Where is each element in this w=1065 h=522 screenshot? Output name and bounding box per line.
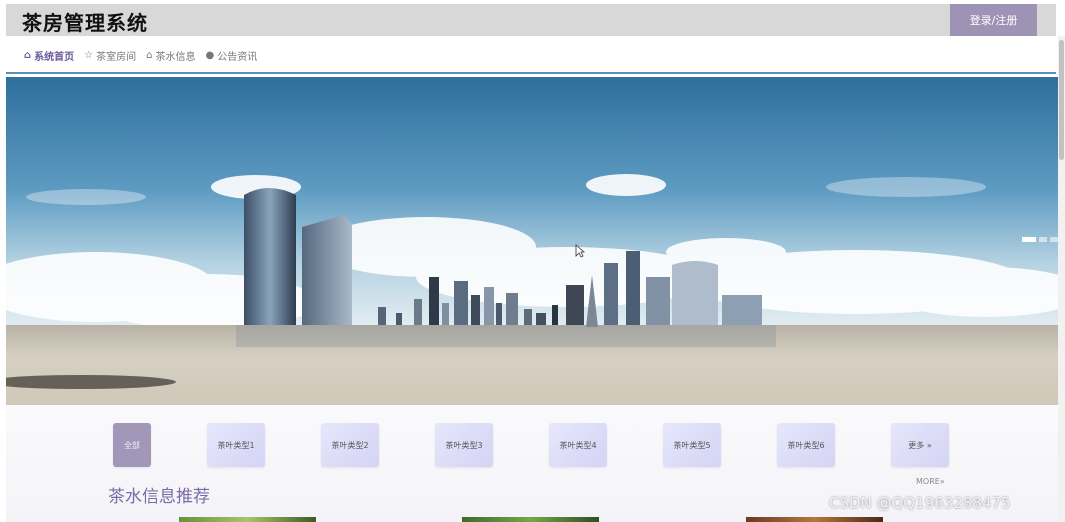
category-tea-type-2[interactable]: 茶叶类型2 (321, 423, 379, 467)
category-tea-type-4[interactable]: 茶叶类型4 (549, 423, 607, 467)
category-tea-type-5[interactable]: 茶叶类型5 (663, 423, 721, 467)
more-link[interactable]: MORE» (916, 477, 945, 486)
nav-item-announcements[interactable]: ● 公告资讯 (206, 47, 258, 63)
category-all[interactable]: 全部 (113, 423, 151, 467)
category-tea-type-3[interactable]: 茶叶类型3 (435, 423, 493, 467)
nav-item-tea-info[interactable]: ⌂ 茶水信息 (146, 47, 195, 63)
nav-item-home[interactable]: ⌂ 系统首页 (24, 47, 74, 63)
mouse-cursor-icon (575, 244, 585, 258)
nav-divider (6, 72, 1056, 74)
category-tea-type-1[interactable]: 茶叶类型1 (207, 423, 265, 467)
nav-item-tearoom[interactable]: ☆ 茶室房间 (84, 47, 136, 63)
tea-thumbnail[interactable] (746, 517, 883, 522)
nav-item-label: 系统首页 (34, 51, 75, 63)
banner-image (6, 77, 1058, 405)
nav-item-label: 公告资讯 (217, 51, 258, 63)
tea-thumbnail[interactable] (462, 517, 599, 522)
scrollbar-thumb[interactable] (1059, 40, 1064, 160)
page-scrollbar[interactable] (1058, 36, 1065, 522)
top-header: 茶房管理系统 登录/注册 (6, 4, 1056, 36)
section-title: 茶水信息推荐 (108, 487, 210, 507)
login-register-button[interactable]: 登录/注册 (950, 4, 1037, 36)
tea-thumbnail[interactable] (179, 517, 316, 522)
nav-item-label: 茶水信息 (155, 51, 196, 63)
category-tea-type-6[interactable]: 茶叶类型6 (777, 423, 835, 467)
main-nav: ⌂ 系统首页 ☆ 茶室房间 ⌂ 茶水信息 ● 公告资讯 (24, 47, 257, 63)
banner-carousel[interactable] (6, 77, 1058, 405)
watermark: CSDN @QQ1963288475 (829, 494, 1011, 512)
carousel-dot[interactable] (1050, 237, 1058, 242)
carousel-dot[interactable] (1022, 237, 1036, 242)
home-icon: ⌂ (24, 49, 32, 61)
carousel-dots (1022, 237, 1058, 242)
category-more-button[interactable]: 更多 » (891, 423, 949, 467)
site-title: 茶房管理系统 (22, 11, 148, 35)
bag-icon: ⌂ (146, 49, 153, 61)
star-icon: ☆ (84, 49, 94, 61)
info-icon: ● (205, 49, 215, 61)
carousel-dot[interactable] (1039, 237, 1047, 242)
nav-item-label: 茶室房间 (96, 51, 137, 63)
